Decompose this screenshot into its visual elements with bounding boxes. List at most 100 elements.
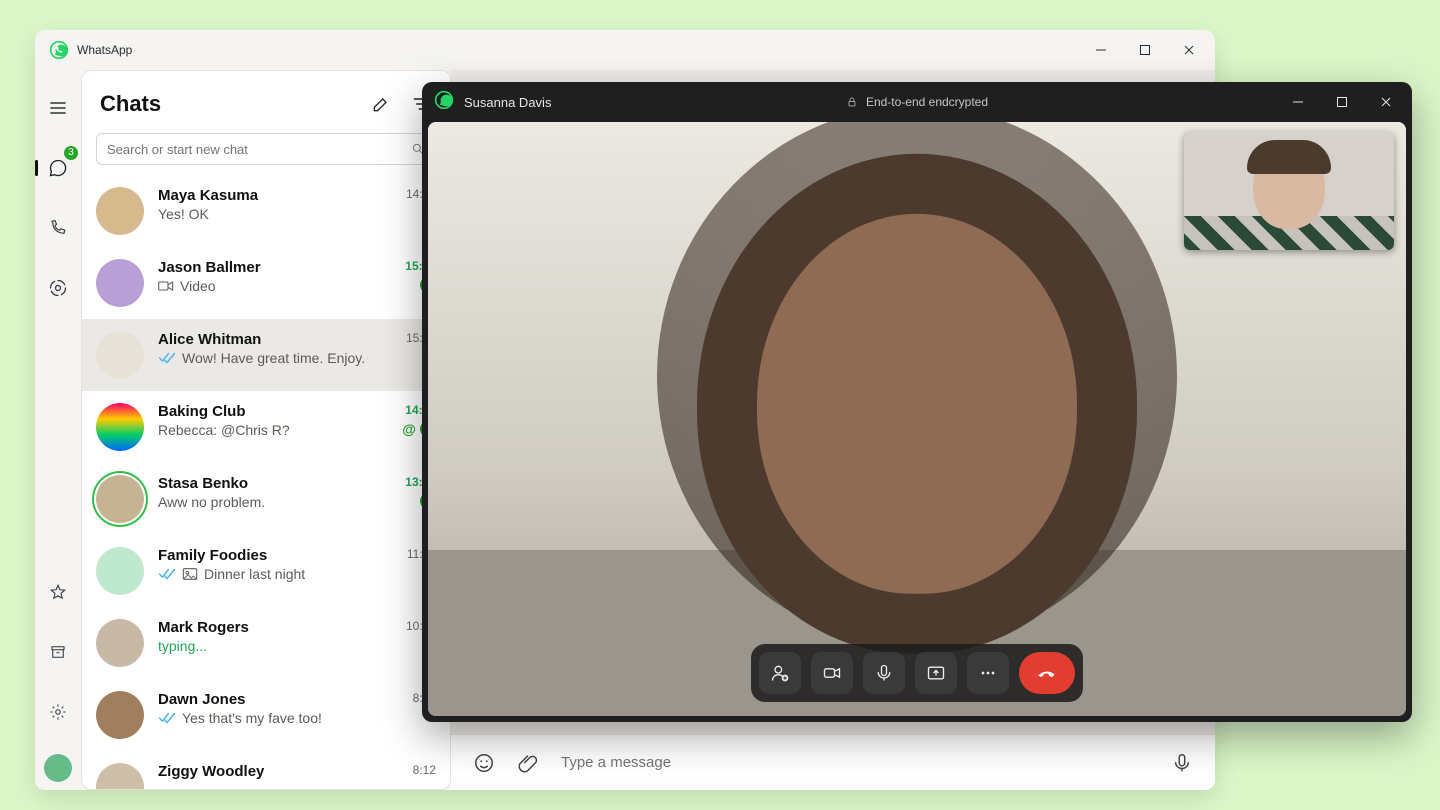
window-controls xyxy=(1079,30,1211,70)
chat-name: Baking Club xyxy=(158,403,378,420)
chat-preview: Aww no problem. xyxy=(158,494,378,510)
chat-avatar xyxy=(96,259,144,307)
phone-icon xyxy=(49,219,67,237)
chat-preview-text: Rebecca: @Chris R? xyxy=(158,422,290,438)
chat-list: Maya Kasuma Yes! OK 14:52 Jason Ballmer … xyxy=(82,175,450,789)
compose-icon xyxy=(371,94,391,114)
nav-archive-button[interactable] xyxy=(40,634,76,670)
chat-avatar xyxy=(96,619,144,667)
call-more-button[interactable] xyxy=(967,652,1009,694)
nav-rail: 3 xyxy=(35,70,81,790)
chat-avatar xyxy=(96,403,144,451)
lock-icon xyxy=(846,96,858,108)
nav-profile-avatar[interactable] xyxy=(44,754,72,782)
nav-status-button[interactable] xyxy=(40,270,76,306)
chat-name: Maya Kasuma xyxy=(158,187,378,204)
toggle-mic-button[interactable] xyxy=(863,652,905,694)
chat-preview-text: Dinner last night xyxy=(204,566,305,582)
voice-message-button[interactable] xyxy=(1171,752,1193,774)
video-icon xyxy=(158,280,174,292)
chat-preview: Video xyxy=(158,278,378,294)
microphone-icon xyxy=(1171,752,1193,774)
nav-chats-button[interactable]: 3 xyxy=(40,150,76,186)
new-chat-button[interactable] xyxy=(370,93,392,115)
window-minimize-button[interactable] xyxy=(1079,30,1123,70)
chat-list-item[interactable]: Maya Kasuma Yes! OK 14:52 xyxy=(82,175,450,247)
add-participant-button[interactable] xyxy=(759,652,801,694)
chat-avatar xyxy=(96,475,144,523)
call-controls-bar xyxy=(751,644,1083,702)
chat-name: Alice Whitman xyxy=(158,331,378,348)
chat-list-item[interactable]: Family Foodies Dinner last night 11:23 xyxy=(82,535,450,607)
chat-icon xyxy=(48,158,68,178)
whatsapp-logo-icon xyxy=(434,90,454,115)
search-input[interactable] xyxy=(107,142,403,157)
call-video-stage xyxy=(428,122,1406,716)
menu-icon xyxy=(49,99,67,117)
read-ticks-icon xyxy=(158,567,176,581)
chat-name: Dawn Jones xyxy=(158,691,378,708)
chat-preview: Yes that's my fave too! xyxy=(158,710,378,726)
chat-preview: Yes! OK xyxy=(158,206,378,222)
app-title: WhatsApp xyxy=(77,43,132,57)
self-video-pip[interactable] xyxy=(1184,132,1394,250)
hang-up-button[interactable] xyxy=(1019,652,1075,694)
share-screen-button[interactable] xyxy=(915,652,957,694)
chat-avatar xyxy=(96,691,144,739)
whatsapp-logo-icon xyxy=(49,40,69,60)
call-titlebar: Susanna Davis End-to-end endcrypted xyxy=(422,82,1412,122)
share-screen-icon xyxy=(926,663,946,683)
chat-list-item[interactable]: Dawn Jones Yes that's my fave too! 8:32 xyxy=(82,679,450,751)
star-icon xyxy=(49,583,67,601)
chat-preview-text: typing... xyxy=(158,638,207,654)
status-icon xyxy=(48,278,68,298)
more-icon xyxy=(978,663,998,683)
chat-avatar xyxy=(96,547,144,595)
attach-button[interactable] xyxy=(517,752,539,774)
chat-avatar xyxy=(96,331,144,379)
chat-avatar xyxy=(96,763,144,789)
chat-list-item[interactable]: Alice Whitman Wow! Have great time. Enjo… xyxy=(82,319,450,391)
chat-list-item[interactable]: Ziggy Woodley 8:12 xyxy=(82,751,450,789)
search-input-wrapper[interactable] xyxy=(96,133,436,165)
message-input[interactable] xyxy=(561,754,1149,771)
archive-icon xyxy=(49,643,67,661)
nav-calls-button[interactable] xyxy=(40,210,76,246)
message-composer xyxy=(451,734,1215,790)
titlebar: WhatsApp xyxy=(35,30,1215,70)
chat-name: Jason Ballmer xyxy=(158,259,378,276)
nav-menu-button[interactable] xyxy=(40,90,76,126)
chat-list-item[interactable]: Stasa Benko Aww no problem. 13:522 xyxy=(82,463,450,535)
call-window-maximize-button[interactable] xyxy=(1320,82,1364,122)
nav-settings-button[interactable] xyxy=(40,694,76,730)
mention-indicator: @ xyxy=(402,421,416,437)
chat-preview-text: Yes! OK xyxy=(158,206,209,222)
chat-preview: Wow! Have great time. Enjoy. xyxy=(158,350,378,366)
chats-heading: Chats xyxy=(100,91,161,117)
chat-list-item[interactable]: Mark Rogers typing... 10:52 xyxy=(82,607,450,679)
call-window-close-button[interactable] xyxy=(1364,82,1408,122)
window-maximize-button[interactable] xyxy=(1123,30,1167,70)
chat-name: Stasa Benko xyxy=(158,475,378,492)
chat-preview: Dinner last night xyxy=(158,566,378,582)
emoji-button[interactable] xyxy=(473,752,495,774)
video-icon xyxy=(822,663,842,683)
chats-unread-badge: 3 xyxy=(64,146,78,160)
chat-preview: Rebecca: @Chris R? xyxy=(158,422,378,438)
nav-starred-button[interactable] xyxy=(40,574,76,610)
photo-icon xyxy=(182,567,198,581)
chat-list-item[interactable]: Baking Club Rebecca: @Chris R? 14:47@1 xyxy=(82,391,450,463)
microphone-icon xyxy=(874,663,894,683)
chat-list-panel: Chats Maya Kasuma Ye xyxy=(81,70,451,790)
chat-avatar xyxy=(96,187,144,235)
call-window-minimize-button[interactable] xyxy=(1276,82,1320,122)
chat-preview-text: Aww no problem. xyxy=(158,494,265,510)
chat-preview-text: Video xyxy=(180,278,216,294)
window-close-button[interactable] xyxy=(1167,30,1211,70)
video-call-window: Susanna Davis End-to-end endcrypted xyxy=(422,82,1412,722)
chat-time: 8:12 xyxy=(413,763,436,777)
chat-list-item[interactable]: Jason Ballmer Video 15:233 xyxy=(82,247,450,319)
toggle-camera-button[interactable] xyxy=(811,652,853,694)
chat-name: Family Foodies xyxy=(158,547,378,564)
call-peer-name: Susanna Davis xyxy=(464,95,551,110)
